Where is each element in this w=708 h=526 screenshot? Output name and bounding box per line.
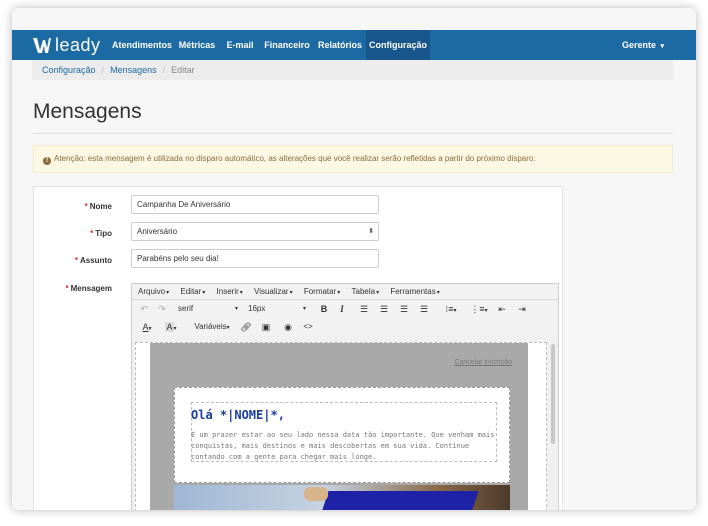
form-panel: * Nome Campanha De Aniversário * Tipo Aniv… [33,186,563,510]
nav-email[interactable]: E-mail [220,30,260,60]
menu-editar[interactable]: Editar▾ [180,284,205,301]
warning-alert: ! Atenção: esta mensagem é utilizada no d… [33,145,673,173]
font-size-select[interactable]: 16px ▾ [248,300,308,318]
tipo-value: Aniversário [137,227,178,236]
outdent-icon[interactable]: ⇤ [496,300,508,318]
bold-icon[interactable]: B [318,300,330,318]
page-title: Mensagens [33,100,142,123]
editor-content-area[interactable]: Cancelar inscrição Olá *|NOME|*, É um pr… [135,342,547,510]
exclamation-circle-icon: ! [43,157,51,165]
variables-menu[interactable]: Variáveis▾ [190,318,234,336]
user-name: Gerente [621,40,656,50]
mensagem-label: * Mensagem [65,284,112,293]
alert-text: Atenção: esta mensagem é utilizada no di… [54,154,536,163]
breadcrumb: Configuração / Mensagens / Editar [32,60,673,80]
nav-configuracao[interactable]: Configuração [366,30,430,60]
email-body-text: É um prazer estar ao seu lado nessa data… [191,431,495,461]
menu-arquivo[interactable]: Arquivo▾ [138,284,169,301]
tipo-label: * Tipo [90,229,112,238]
editor-menubar: Arquivo▾ Editar▾ Inserir▾ Visualizar▾ Fo… [132,284,558,300]
unsubscribe-link[interactable]: Cancelar inscrição [454,359,512,366]
background-color-icon[interactable]: A▾ [162,318,180,336]
divider [33,133,673,134]
nav-atendimentos[interactable]: Atendimentos [110,30,174,60]
undo-icon[interactable]: ↶ [138,300,150,318]
link-icon[interactable]: 🔗︎ [240,318,252,336]
align-justify-icon[interactable]: ☰ [418,300,430,318]
image-icon[interactable]: ▣ [260,318,272,336]
browser-window: leady Atendimentos Métricas E-mail Finan… [12,8,696,510]
breadcrumb-mensagens[interactable]: Mensagens [110,65,157,75]
logo-icon [33,38,51,53]
bullet-list-icon[interactable]: ⁝≡▾ [440,300,462,318]
nome-label: * Nome [84,202,112,211]
font-family-select[interactable]: serif ▾ [178,300,240,318]
email-template-background: Cancelar inscrição Olá *|NOME|*, É um pr… [150,343,528,510]
source-code-icon[interactable]: <> [302,318,314,336]
caret-down-icon: ▾ [660,43,664,50]
editor-scrollbar[interactable] [550,342,556,510]
indent-icon[interactable]: ⇥ [516,300,528,318]
top-navbar: leady Atendimentos Métricas E-mail Finan… [12,30,696,60]
editor-toolbar-row2: A▾ A▾ Variáveis▾ 🔗︎ ▣ ◉ <> [132,318,558,336]
menu-ferramentas[interactable]: Ferramentas▾ [390,284,439,301]
align-left-icon[interactable]: ☰ [358,300,370,318]
align-right-icon[interactable]: ☰ [398,300,410,318]
select-arrows-icon: ⬍ [368,228,374,235]
menu-visualizar[interactable]: Visualizar▾ [254,284,293,301]
nav-relatorios[interactable]: Relatórios [314,30,366,60]
email-greeting: Olá *|NOME|*, [191,408,285,422]
preview-eye-icon[interactable]: ◉ [282,318,294,336]
scroll-thumb[interactable] [551,344,555,444]
menu-tabela[interactable]: Tabela▾ [352,284,380,301]
align-center-icon[interactable]: ☰ [378,300,390,318]
nav-financeiro[interactable]: Financeiro [260,30,314,60]
breadcrumb-configuracao[interactable]: Configuração [42,65,96,75]
nome-input[interactable]: Campanha De Aniversário [131,195,379,214]
assunto-input[interactable]: Parabéns pelo seu dia! [131,249,379,268]
rich-text-editor: Arquivo▾ Editar▾ Inserir▾ Visualizar▾ Fo… [131,283,559,510]
breadcrumb-current: Editar [171,65,195,75]
breadcrumb-separator: / [101,65,105,75]
assunto-label: * Assunto [74,256,112,265]
brand-name: leady [55,34,101,55]
breadcrumb-separator: / [162,65,166,75]
email-message-card: Olá *|NOME|*, É um prazer estar ao seu l… [174,387,510,483]
tipo-select[interactable]: Aniversário ⬍ [131,222,379,241]
email-banner-image [174,485,510,510]
text-color-icon[interactable]: A▾ [138,318,156,336]
redo-icon[interactable]: ↷ [156,300,168,318]
menu-formatar[interactable]: Formatar▾ [304,284,340,301]
numbered-list-icon[interactable]: ⋮≡▾ [468,300,490,318]
italic-icon[interactable]: I [336,300,348,318]
editor-toolbar-row1: ↶ ↷ serif ▾ 16px ▾ B I ☰ ☰ ☰ ☰ ⁝≡▾ ⋮≡▾ ⇤ ⇥ [132,300,558,318]
menu-inserir[interactable]: Inserir▾ [217,284,243,301]
user-menu[interactable]: Gerente ▾ [622,30,664,60]
nav-metricas[interactable]: Métricas [174,30,220,60]
brand-logo[interactable]: leady [32,34,101,56]
